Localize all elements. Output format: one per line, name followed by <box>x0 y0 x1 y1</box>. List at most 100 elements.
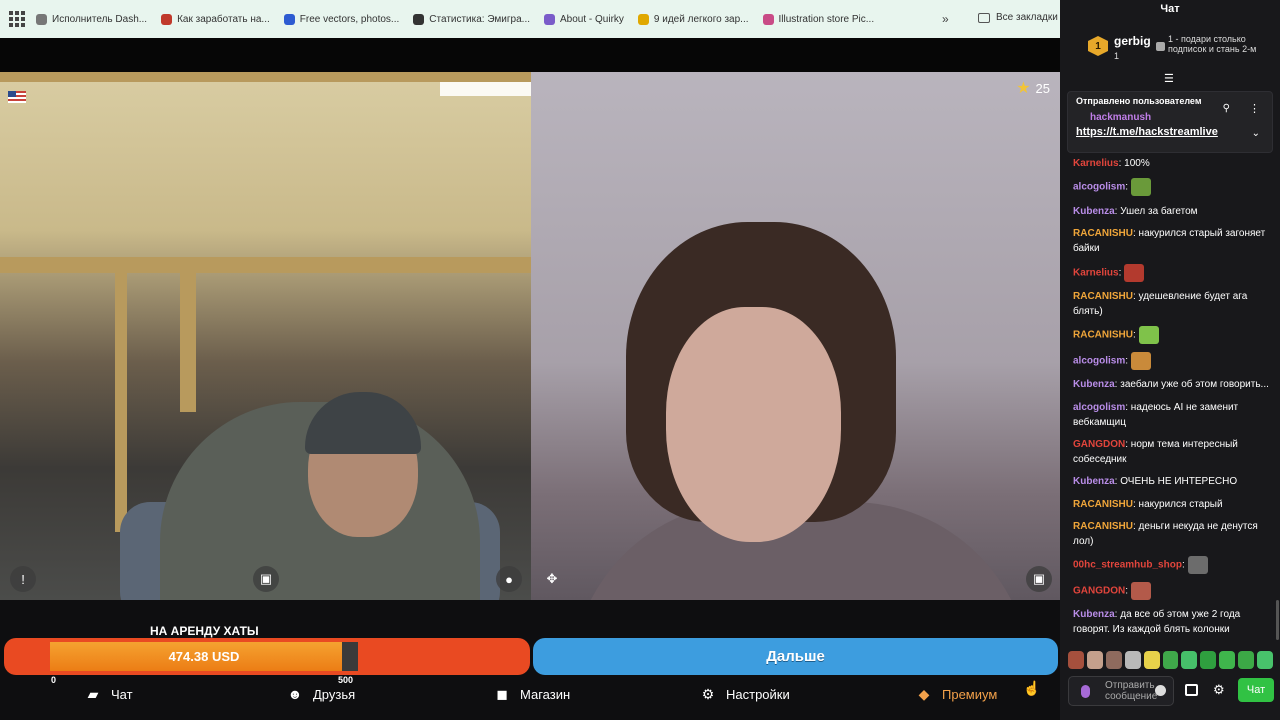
apps-grid-icon[interactable] <box>8 10 26 28</box>
chat-scrollbar[interactable] <box>1276 600 1279 640</box>
bookmark-item[interactable]: Free vectors, photos... <box>283 13 399 25</box>
chat-username[interactable]: alcogolism <box>1073 402 1125 413</box>
emote-icon <box>1131 581 1152 600</box>
nav-premium-label: Премиум <box>942 686 998 702</box>
bookmark-favicon-icon <box>161 13 173 25</box>
emoji-icon[interactable] <box>1155 685 1166 696</box>
emote-picker-icon[interactable] <box>1086 651 1103 669</box>
chat-username[interactable]: alcogolism <box>1073 355 1125 366</box>
chat-message: RACANISHU: <box>1073 326 1273 345</box>
chat-username[interactable]: 00hc_streamhub_shop <box>1073 560 1182 571</box>
bookmark-label: About - Quirky <box>560 13 624 25</box>
emote-picker-icon[interactable] <box>1238 651 1255 669</box>
goal-scale-max: 500 <box>338 675 354 685</box>
bookmark-label: Illustration store Pic... <box>778 13 875 25</box>
gift-count: 1 <box>1114 51 1120 61</box>
emote-picker-icon[interactable] <box>1068 651 1084 669</box>
gift-icon[interactable]: ▣ <box>1026 566 1052 592</box>
emote-picker-icon[interactable] <box>1257 651 1273 669</box>
video-top-band <box>0 38 1060 72</box>
star-count: 25 <box>1035 80 1050 96</box>
emote-picker-icon[interactable] <box>1181 651 1198 669</box>
chat-messages: Karnelius: 100% alcogolism: Kubenza: Ушел … <box>1073 156 1273 645</box>
chat-text: : <box>1125 182 1129 194</box>
bookmark-item[interactable]: 9 идей легкого зар... <box>637 13 749 25</box>
emote-picker-icon[interactable] <box>1143 651 1160 669</box>
bookmarks-more-icon[interactable]: » <box>942 12 949 26</box>
chat-message: alcogolism: <box>1073 178 1273 197</box>
pin-icon[interactable]: ⚲ <box>1223 103 1230 114</box>
goal-title: НА АРЕНДУ ХАТЫ <box>150 624 259 638</box>
beam <box>0 72 531 82</box>
report-icon[interactable]: ! <box>10 566 36 592</box>
chat-username[interactable]: RACANISHU <box>1073 499 1133 510</box>
nav-settings-label: Настройки <box>726 686 790 702</box>
bookmark-favicon-icon <box>413 13 425 25</box>
bookmark-favicon-icon <box>544 13 555 25</box>
nav-settings[interactable]: ⚙ Настройки <box>700 686 790 702</box>
bookmark-item[interactable]: Исполнитель Dash... <box>36 13 147 25</box>
pinned-user[interactable]: hackmanush <box>1090 112 1151 123</box>
chat-message: Karnelius: 100% <box>1073 156 1273 171</box>
nav-premium[interactable]: ◆ Премиум <box>916 686 998 702</box>
bookmark-favicon-icon <box>637 13 649 25</box>
more-vertical-icon[interactable]: ⋮ <box>1249 102 1260 115</box>
chat-username[interactable]: GANGDON <box>1073 586 1125 597</box>
bookmarks-bar: Исполнитель Dash... Как заработать на... F… <box>0 0 1060 38</box>
bookmark-label: 9 идей легкого зар... <box>653 13 749 25</box>
emote-picker-icon[interactable] <box>1124 651 1141 669</box>
gift-icon[interactable]: ▣ <box>253 566 279 592</box>
nav-shop[interactable]: ◼ Магазин <box>494 686 570 702</box>
profile-icon[interactable]: ● <box>496 566 522 592</box>
rating: ★ 25 <box>1016 78 1050 98</box>
emote-bar <box>1068 650 1273 670</box>
nav-friends[interactable]: ☻ Друзья <box>287 686 356 702</box>
all-bookmarks-folder[interactable]: Все закладки <box>978 12 1058 23</box>
chevron-down-icon[interactable]: ⌄ <box>1252 128 1260 139</box>
chat-username[interactable]: Karnelius <box>1073 267 1119 278</box>
chat-username[interactable]: Kubenza <box>1073 206 1115 217</box>
bookmark-item[interactable]: Как заработать на... <box>161 13 270 25</box>
chat-username[interactable]: Kubenza <box>1073 609 1115 620</box>
chat-message: alcogolism: надеюсь AI не заменит вебкам… <box>1073 400 1273 430</box>
chat-username[interactable]: RACANISHU <box>1073 330 1133 341</box>
pinned-link[interactable]: https://t.me/hackstreamlive <box>1076 126 1218 138</box>
chat-settings-gear-icon[interactable]: ⚙ <box>1213 682 1225 698</box>
goal-scale-min: 0 <box>51 675 57 685</box>
emote-picker-icon[interactable] <box>1219 651 1236 669</box>
emote-icon <box>1138 326 1159 345</box>
emote-icon <box>1131 178 1152 197</box>
chat-message: alcogolism: <box>1073 351 1273 370</box>
emote-picker-icon[interactable] <box>1105 651 1122 669</box>
chat-text: : <box>1125 585 1129 597</box>
bookmark-item[interactable]: About - Quirky <box>544 13 624 25</box>
person-face <box>666 307 841 542</box>
store-icon[interactable] <box>1185 684 1198 696</box>
nav-chat[interactable]: ▰ Чат <box>85 686 133 702</box>
chat-username[interactable]: Karnelius <box>1073 158 1119 169</box>
collapse-icon[interactable]: ☰ <box>1164 72 1174 85</box>
emote-picker-icon[interactable] <box>1162 651 1179 669</box>
bookmark-item[interactable]: Статистика: Эмигра... <box>413 13 530 25</box>
next-button[interactable]: Дальше <box>533 638 1058 675</box>
chat-username[interactable]: Kubenza <box>1073 379 1115 390</box>
gift-box-icon <box>1156 42 1165 51</box>
my-camera-video: ! ▣ ● <box>0 72 531 600</box>
chat-username[interactable]: GANGDON <box>1073 439 1125 450</box>
beam <box>0 257 531 273</box>
chat-icon: ▰ <box>87 685 99 702</box>
bookmark-item[interactable]: Illustration store Pic... <box>762 13 875 25</box>
chat-text: : накурился старый <box>1133 498 1223 510</box>
chat-username[interactable]: RACANISHU <box>1073 228 1133 239</box>
chat-username[interactable]: RACANISHU <box>1073 521 1133 532</box>
chat-input[interactable]: Отправить сообщение <box>1068 676 1174 706</box>
send-button[interactable]: Чат <box>1238 678 1274 702</box>
chat-message: GANGDON: норм тема интересный собеседник <box>1073 437 1273 467</box>
emote-picker-icon[interactable] <box>1200 651 1217 669</box>
chat-username[interactable]: alcogolism <box>1073 182 1125 193</box>
chat-username[interactable]: RACANISHU <box>1073 291 1133 302</box>
chat-username[interactable]: Kubenza <box>1073 476 1115 487</box>
mic-icon[interactable] <box>1081 685 1090 698</box>
emote-icon <box>1131 351 1152 370</box>
gamepad-icon[interactable]: ✥ <box>539 566 565 592</box>
